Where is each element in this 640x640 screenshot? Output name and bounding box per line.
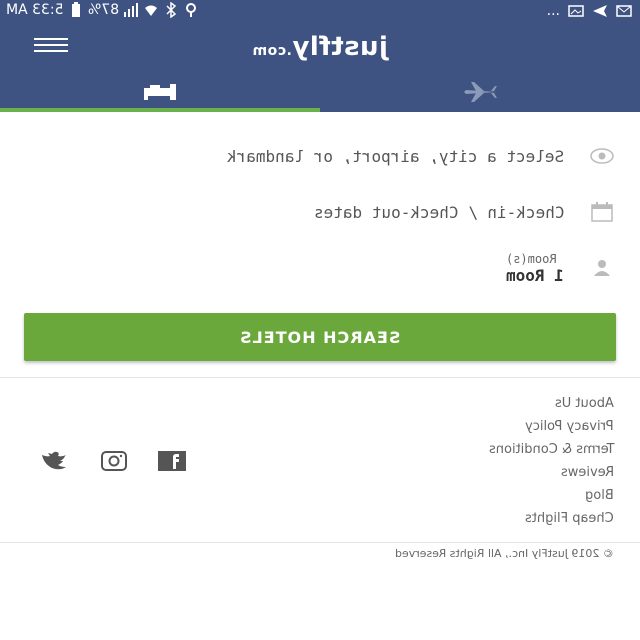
footer-divider-bottom bbox=[0, 542, 640, 543]
signal-icon bbox=[123, 3, 138, 17]
battery-percent: 87% bbox=[87, 2, 119, 18]
footer-link-terms[interactable]: Terms & Conditions bbox=[354, 438, 615, 461]
wifi-icon bbox=[144, 5, 157, 16]
status-bar: 5:33 AM 87% ... bbox=[0, 0, 640, 22]
footer-link-reviews[interactable]: Reviews bbox=[354, 461, 614, 484]
footer-link-label: About Us bbox=[555, 396, 614, 411]
footer-link-label: Terms & Conditions bbox=[488, 442, 615, 457]
rooms-row[interactable]: Room(s) 1 Room bbox=[0, 243, 640, 293]
gallery-icon bbox=[568, 5, 584, 17]
location-icon bbox=[185, 3, 196, 17]
footer-link-label: Reviews bbox=[560, 465, 614, 480]
copyright-text: © 2019 JustFly Inc., All Rights Reserved bbox=[294, 547, 614, 560]
search-button-label: SEARCH HOTELS bbox=[239, 327, 401, 347]
dates-row[interactable]: Check-in / Check-out dates bbox=[0, 187, 640, 237]
rooms-selector[interactable]: Room(s) 1 Room bbox=[506, 252, 564, 285]
person-icon bbox=[590, 256, 614, 280]
rooms-label: Room(s) bbox=[506, 251, 557, 266]
dates-placeholder: Check-in / Check-out dates bbox=[313, 202, 564, 222]
tab-flights[interactable] bbox=[320, 72, 640, 112]
app-bar: justfly.com bbox=[0, 22, 640, 112]
footer-link-label: Privacy Policy bbox=[525, 419, 614, 434]
bluetooth-icon bbox=[166, 2, 176, 18]
status-time: 5:33 AM bbox=[6, 2, 64, 18]
airplane-icon bbox=[464, 82, 497, 102]
brand-logo[interactable]: justfly.com bbox=[0, 32, 640, 62]
footer-link-blog[interactable]: Blog bbox=[354, 484, 614, 507]
footer-links: About Us Privacy Policy Terms & Conditio… bbox=[354, 392, 615, 530]
eye-icon bbox=[590, 144, 614, 168]
send-icon bbox=[593, 5, 607, 17]
footer-link-about-us[interactable]: About Us bbox=[354, 392, 614, 415]
status-bar-left: 5:33 AM 87% bbox=[6, 2, 199, 18]
calendar-icon bbox=[590, 200, 614, 224]
tab-hotels[interactable] bbox=[0, 72, 320, 112]
rooms-value: 1 Room bbox=[506, 265, 564, 285]
copyright-label: © 2019 JustFly Inc., All Rights Reserved bbox=[395, 547, 614, 560]
footer-divider-top bbox=[0, 377, 640, 378]
status-bar-right: ... bbox=[547, 3, 632, 19]
instagram-icon[interactable] bbox=[100, 451, 128, 471]
search-tabs bbox=[0, 72, 640, 112]
bed-icon bbox=[144, 84, 176, 100]
footer-link-cheap-flights[interactable]: Cheap Flights bbox=[354, 507, 614, 530]
search-hotels-button[interactable]: SEARCH HOTELS bbox=[24, 313, 616, 361]
more-dots: ... bbox=[546, 3, 560, 19]
location-input[interactable]: Select a city, airport, or landmark bbox=[227, 147, 564, 166]
footer-link-label: Cheap Flights bbox=[525, 511, 614, 526]
logo-main: justfly bbox=[291, 32, 388, 62]
footer-link-privacy-policy[interactable]: Privacy Policy bbox=[354, 415, 614, 438]
footer-link-label: Blog bbox=[585, 488, 614, 503]
dates-input[interactable]: Check-in / Check-out dates bbox=[314, 203, 564, 222]
battery-icon bbox=[71, 2, 80, 17]
mail-icon bbox=[616, 5, 632, 17]
location-placeholder: Select a city, airport, or landmark bbox=[226, 146, 564, 166]
logo-suffix: .com bbox=[252, 43, 292, 59]
location-row[interactable]: Select a city, airport, or landmark bbox=[0, 131, 640, 181]
twitter-icon[interactable] bbox=[40, 451, 68, 471]
facebook-icon[interactable] bbox=[158, 451, 186, 471]
